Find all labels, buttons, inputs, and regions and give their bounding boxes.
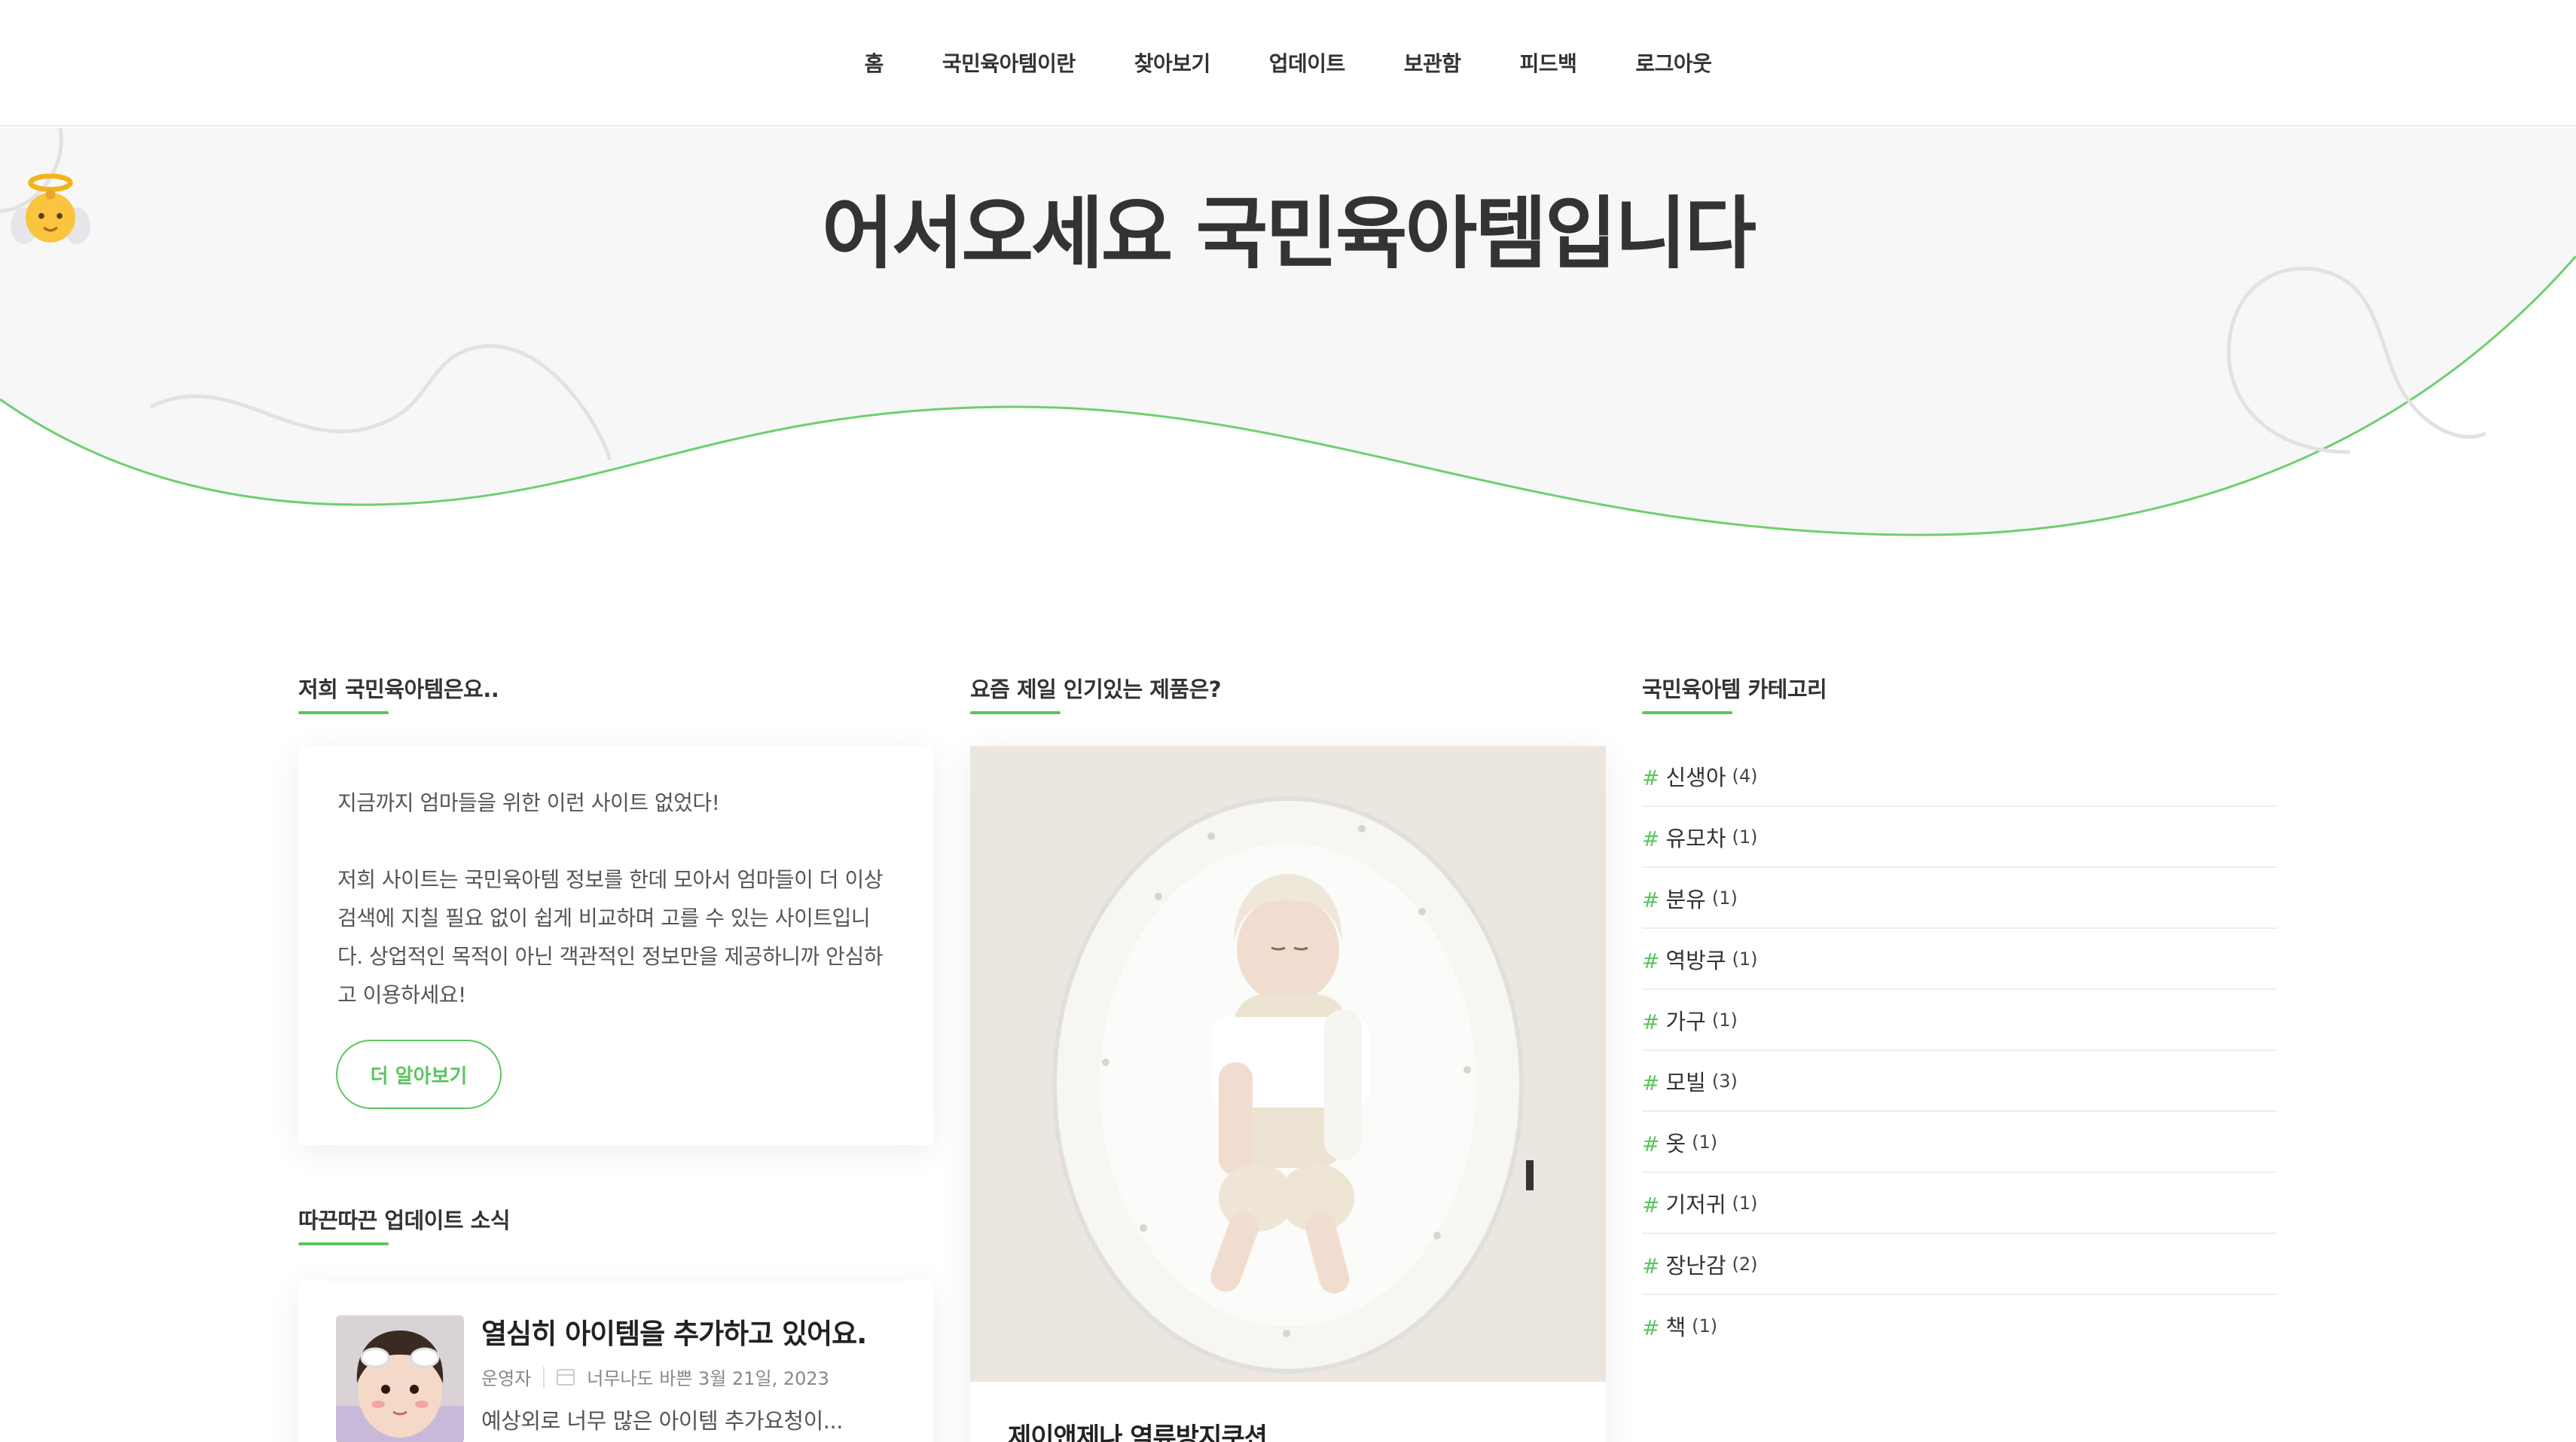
post-author[interactable]: 운영자 (481, 1364, 531, 1390)
category-name[interactable]: 책 (1665, 1310, 1686, 1342)
category-name[interactable]: 신생아 (1665, 760, 1726, 792)
category-item[interactable]: # 장난감 (2) (1642, 1234, 2277, 1295)
about-card: 지금까지 엄마들을 위한 이런 사이트 없었다! 저희 사이트는 국민육아템 정… (298, 746, 933, 1145)
category-item[interactable]: # 신생아 (4) (1642, 746, 2277, 807)
hashtag-icon: # (1642, 1193, 1660, 1217)
category-count: (1) (1732, 948, 1758, 970)
category-item[interactable]: # 책 (1) (1642, 1295, 2277, 1356)
post-excerpt: 예상외로 너무 많은 아이템 추가요청이... (481, 1408, 843, 1434)
top-navigation: 홈 국민육아템이란 찾아보기 업데이트 보관함 피드백 로그아웃 (0, 0, 2576, 127)
nav-browse[interactable]: 찾아보기 (1105, 47, 1240, 78)
category-name[interactable]: 모빌 (1665, 1065, 1705, 1097)
hashtag-icon: # (1642, 826, 1660, 851)
hashtag-icon: # (1642, 888, 1660, 912)
category-count: (1) (1732, 1192, 1758, 1214)
hashtag-icon: # (1642, 1254, 1660, 1279)
calendar-icon (557, 1368, 575, 1385)
nav-feedback[interactable]: 피드백 (1491, 47, 1607, 78)
category-count: (1) (1692, 1131, 1718, 1153)
product-image[interactable] (970, 746, 1606, 1382)
category-count: (1) (1711, 1009, 1738, 1031)
category-count: (1) (1732, 826, 1758, 848)
hashtag-icon: # (1642, 1132, 1660, 1156)
popular-product-card[interactable]: 제이앤제나 역류방지쿠션 (970, 746, 1606, 1442)
category-item[interactable]: # 분유 (1) (1642, 868, 2277, 929)
hashtag-icon: # (1642, 949, 1660, 973)
updates-heading: 따끈따끈 업데이트 소식 (298, 1203, 511, 1245)
category-name[interactable]: 역방쿠 (1665, 943, 1726, 975)
category-count: (4) (1732, 765, 1758, 787)
post-date: 너무나도 바쁜 3월 21일, 2023 (587, 1368, 829, 1389)
popular-heading: 요즘 제일 인기있는 제품은? (970, 672, 1222, 714)
category-name[interactable]: 가구 (1665, 1004, 1705, 1036)
baby-angel-icon (11, 173, 90, 244)
nav-about[interactable]: 국민육아템이란 (913, 47, 1105, 78)
hashtag-icon: # (1642, 1071, 1660, 1095)
update-post-card[interactable]: 열심히 아이템을 추가하고 있어요. 운영자 너무나도 바쁜 3월 21일, 2… (298, 1281, 933, 1442)
product-name[interactable]: 제이앤제나 역류방지쿠션 (1008, 1416, 1268, 1442)
category-name[interactable]: 분유 (1665, 882, 1705, 914)
category-list: # 신생아 (4) # 유모차 (1) # 분유 (1) # 역방쿠 (1) # 가구 (1) # 모… (1642, 746, 2277, 1356)
nav-updates[interactable]: 업데이트 (1240, 47, 1375, 78)
category-item[interactable]: # 역방쿠 (1) (1642, 929, 2277, 990)
category-name[interactable]: 장난감 (1665, 1248, 1726, 1280)
hero-title-text: 어서오세요 국민육아템입니다 (821, 188, 1757, 280)
category-item[interactable]: # 기저귀 (1) (1642, 1173, 2277, 1234)
category-name[interactable]: 기저귀 (1665, 1187, 1726, 1219)
post-thumbnail-avatar[interactable] (336, 1315, 464, 1442)
category-name[interactable]: 유모차 (1665, 821, 1726, 853)
category-count: (2) (1732, 1253, 1758, 1275)
hashtag-icon: # (1642, 1315, 1660, 1340)
category-item[interactable]: # 옷 (1) (1642, 1112, 2277, 1173)
post-meta: 운영자 너무나도 바쁜 3월 21일, 2023 (481, 1364, 829, 1390)
meta-divider (543, 1366, 545, 1388)
hashtag-icon: # (1642, 1010, 1660, 1034)
category-item[interactable]: # 모빌 (3) (1642, 1051, 2277, 1112)
about-intro: 지금까지 엄마들을 위한 이런 사이트 없었다! (337, 790, 720, 815)
hero-banner: 어서오세요 국민육아템입니다 (0, 128, 2576, 550)
category-name[interactable]: 옷 (1665, 1126, 1686, 1158)
category-item[interactable]: # 가구 (1) (1642, 990, 2277, 1051)
about-description: 저희 사이트는 국민육아템 정보를 한데 모아서 엄마들이 더 이상 검색에 지… (337, 867, 883, 1007)
about-heading: 저희 국민육아템은요.. (298, 672, 499, 714)
post-title[interactable]: 열심히 아이템을 추가하고 있어요. (481, 1311, 867, 1352)
learn-more-button[interactable]: 더 알아보기 (336, 1040, 502, 1109)
category-count: (1) (1711, 887, 1738, 909)
category-item[interactable]: # 유모차 (1) (1642, 807, 2277, 868)
category-count: (3) (1711, 1070, 1738, 1092)
hero-title: 어서오세요 국민육아템입니다 (0, 170, 2576, 283)
category-count: (1) (1692, 1315, 1718, 1337)
nav-home[interactable]: 홈 (835, 47, 913, 78)
nav-logout[interactable]: 로그아웃 (1606, 47, 1741, 78)
hashtag-icon: # (1642, 765, 1660, 790)
nav-archive[interactable]: 보관함 (1375, 47, 1491, 78)
categories-heading: 국민육아템 카테고리 (1642, 672, 1827, 714)
